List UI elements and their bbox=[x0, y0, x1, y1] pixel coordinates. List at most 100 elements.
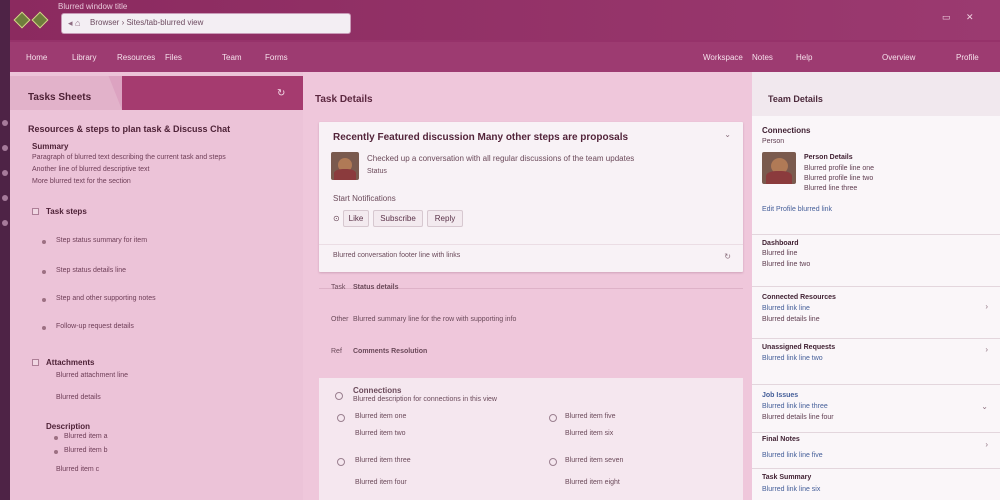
nav-item-workspace[interactable]: Workspace bbox=[703, 53, 743, 62]
section-title[interactable]: Job Issues bbox=[762, 392, 798, 399]
discussion-card: Recently Featured discussion Many other … bbox=[319, 122, 743, 272]
like-icon[interactable]: ⊙ bbox=[333, 214, 340, 223]
like-button[interactable]: Like bbox=[343, 210, 369, 227]
rail-item-icon[interactable] bbox=[2, 195, 8, 201]
list-item: Blurred item eight bbox=[565, 479, 620, 486]
radio-icon[interactable] bbox=[549, 414, 557, 422]
list-item: Blurred item six bbox=[565, 430, 614, 437]
section-title: Unassigned Requests bbox=[762, 344, 836, 351]
window-title: Blurred window title bbox=[58, 2, 128, 11]
rail-item-icon[interactable] bbox=[2, 120, 8, 126]
radio-icon[interactable] bbox=[549, 458, 557, 466]
left-panel: Tasks Sheets ↻ Resources & steps to plan… bbox=[10, 72, 303, 500]
group-label: Task steps bbox=[46, 207, 87, 216]
nav-item-resources[interactable]: Resources bbox=[117, 53, 155, 62]
checkbox[interactable] bbox=[32, 208, 39, 215]
rail-item-icon[interactable] bbox=[2, 170, 8, 176]
group-label: Attachments bbox=[46, 358, 95, 367]
list-item: Blurred item one bbox=[355, 413, 407, 420]
profile-name: Person Details bbox=[804, 154, 853, 161]
bullet-icon bbox=[42, 326, 46, 330]
checkbox[interactable] bbox=[32, 359, 39, 366]
profile-link[interactable]: Edit Profile blurred link bbox=[762, 206, 832, 213]
profile-line: Blurred line three bbox=[804, 185, 858, 192]
bullet-icon bbox=[42, 240, 46, 244]
intro-line: More blurred text for the section bbox=[32, 178, 131, 185]
clock-icon bbox=[335, 392, 343, 400]
nav-item-library[interactable]: Library bbox=[72, 53, 96, 62]
right-panel: Team Details Connections Person Person D… bbox=[752, 72, 1000, 500]
right-panel-body: Connections Person Person Details Blurre… bbox=[752, 116, 1000, 500]
section-link[interactable]: Blurred link line three bbox=[762, 403, 828, 410]
reply-button[interactable]: Reply bbox=[427, 210, 463, 227]
chevron-right-icon[interactable]: › bbox=[985, 440, 988, 449]
diamond-icon[interactable] bbox=[13, 11, 31, 29]
nav-item-forms[interactable]: Forms bbox=[265, 53, 288, 62]
rail-item-icon[interactable] bbox=[2, 220, 8, 226]
chevron-right-icon[interactable]: › bbox=[985, 302, 988, 311]
list-item: Blurred item two bbox=[355, 430, 406, 437]
intro-line: Paragraph of blurred text describing the… bbox=[32, 154, 226, 161]
list-item: Blurred details bbox=[56, 394, 101, 401]
chevron-right-icon[interactable]: › bbox=[985, 345, 988, 354]
section-title: Task Summary bbox=[762, 474, 812, 481]
close-icon[interactable]: ✕ bbox=[966, 12, 974, 23]
row-label: Other bbox=[331, 316, 349, 323]
nav-item-help[interactable]: Help bbox=[796, 53, 812, 62]
refresh-icon[interactable]: ↻ bbox=[724, 252, 731, 261]
card-title: Recently Featured discussion Many other … bbox=[333, 132, 629, 143]
intro-line: Another line of blurred descriptive text bbox=[32, 166, 150, 173]
diamond-icon[interactable] bbox=[31, 11, 49, 29]
section-line: Blurred line bbox=[762, 250, 798, 257]
list-item: Blurred attachment line bbox=[56, 372, 128, 379]
radio-icon[interactable] bbox=[337, 458, 345, 466]
intro-label: Summary bbox=[32, 142, 69, 151]
list-item: Blurred item four bbox=[355, 479, 407, 486]
subscribe-button[interactable]: Subscribe bbox=[373, 210, 423, 227]
chevron-down-icon[interactable]: ⌄ bbox=[981, 402, 988, 411]
refresh-icon[interactable]: ↻ bbox=[277, 88, 285, 99]
nav-item-home[interactable]: Home bbox=[26, 53, 47, 62]
back-icon[interactable]: ◂ ⌂ bbox=[68, 18, 80, 29]
address-bar[interactable]: ◂ ⌂ Browser › Sites/tab-blurred view bbox=[62, 14, 350, 33]
address-text: Browser › Sites/tab-blurred view bbox=[90, 18, 204, 27]
section-line: Blurred details line four bbox=[762, 414, 834, 421]
profile-line: Blurred profile line two bbox=[804, 175, 874, 182]
bullet-icon bbox=[42, 298, 46, 302]
title-bar: Blurred window title ◂ ⌂ Browser › Sites… bbox=[10, 0, 1000, 40]
profile-sub: Person bbox=[762, 138, 785, 145]
center-title: Task Details bbox=[315, 94, 373, 105]
nav-item-team[interactable]: Team bbox=[222, 53, 242, 62]
section-link[interactable]: Blurred link line six bbox=[762, 486, 820, 493]
list-item: Blurred item three bbox=[355, 457, 411, 464]
section-link[interactable]: Blurred link line bbox=[762, 305, 810, 312]
main-content: Tasks Sheets ↻ Resources & steps to plan… bbox=[10, 72, 1000, 500]
left-panel-header: Tasks Sheets ↻ bbox=[10, 76, 303, 110]
window-icon[interactable]: ▭ bbox=[942, 12, 951, 23]
section-link[interactable]: Blurred link line two bbox=[762, 355, 823, 362]
bullet-icon bbox=[42, 270, 46, 274]
connections-section: Connections Blurred description for conn… bbox=[319, 378, 743, 500]
nav-item-notes[interactable]: Notes bbox=[752, 53, 773, 62]
list-item: Blurred item seven bbox=[565, 457, 624, 464]
avatar[interactable] bbox=[762, 152, 796, 184]
list-item: Step and other supporting notes bbox=[56, 295, 156, 302]
list-item: Step status details line bbox=[56, 267, 127, 274]
row-value: Comments Resolution bbox=[353, 348, 428, 355]
right-panel-header: Team Details bbox=[752, 72, 1000, 116]
chevron-down-icon[interactable]: ⌄ bbox=[724, 130, 731, 139]
rail-item-icon[interactable] bbox=[2, 145, 8, 151]
avatar[interactable] bbox=[331, 152, 359, 180]
bullet-icon bbox=[54, 436, 58, 440]
nav-item-profile[interactable]: Profile bbox=[956, 53, 979, 62]
section-title: Final Notes bbox=[762, 436, 800, 443]
profile-line: Blurred profile line one bbox=[804, 165, 875, 172]
section-link[interactable]: Blurred link line five bbox=[762, 452, 823, 459]
bullet-icon bbox=[54, 450, 58, 454]
list-item: Blurred item five bbox=[565, 413, 616, 420]
side-rail bbox=[0, 0, 10, 500]
nav-item-overview[interactable]: Overview bbox=[882, 53, 915, 62]
radio-icon[interactable] bbox=[337, 414, 345, 422]
card-meta: Start Notifications bbox=[333, 194, 396, 203]
nav-item-files[interactable]: Files bbox=[165, 53, 182, 62]
